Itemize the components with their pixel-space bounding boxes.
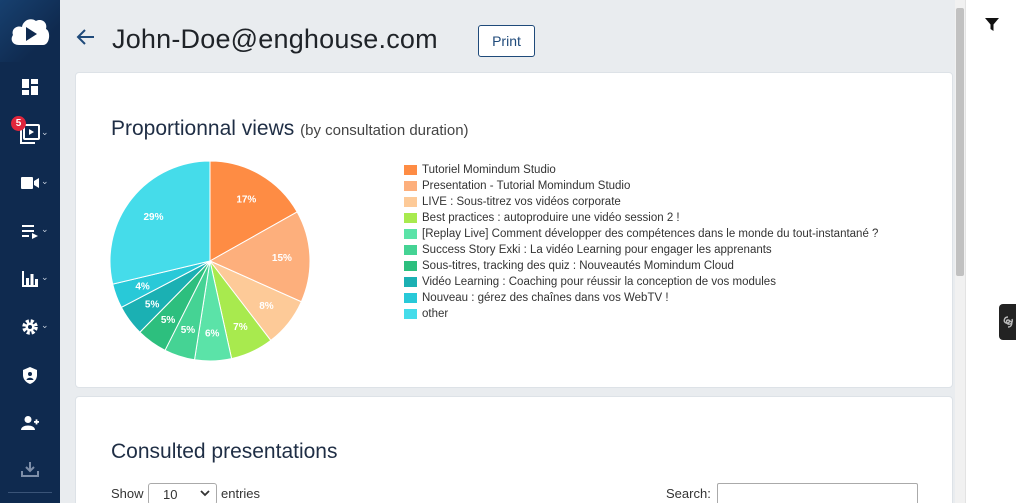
pie-slice-label: 6%	[205, 328, 220, 339]
legend-label: Nouveau : gérez des chaînes dans vos Web…	[422, 292, 669, 304]
back-arrow-icon[interactable]	[76, 28, 96, 46]
pie-slice-label: 5%	[161, 315, 176, 326]
legend-swatch	[404, 293, 417, 303]
legend-label: Sous-titres, tracking des quiz : Nouveau…	[422, 260, 734, 272]
chevron-down-icon: ⌄	[41, 177, 49, 187]
chevron-down-icon: ⌄	[41, 225, 49, 235]
pie-slice-label: 8%	[259, 301, 274, 312]
main-scrollbar[interactable]	[955, 0, 965, 503]
legend-label: Best practices : autoproduire une vidéo …	[422, 212, 680, 224]
legend-label: Presentation - Tutorial Momindum Studio	[422, 180, 631, 192]
shield-icon	[23, 366, 37, 384]
entries-select[interactable]: 10	[148, 483, 217, 503]
pie-slice-label: 5%	[181, 325, 196, 336]
bar-chart-icon	[22, 271, 38, 287]
entries-select-value: 10	[163, 486, 178, 502]
views-pie-chart: 17%15%8%7%6%5%5%5%4%29%	[110, 160, 311, 362]
pie-slice-label: 15%	[272, 253, 292, 264]
views-section-title: Proportionnal views (by consultation dur…	[111, 117, 469, 141]
sidebar-item-dashboard[interactable]	[0, 67, 60, 107]
legend-label: Vidéo Learning : Coaching pour réussir l…	[422, 276, 776, 288]
sidebar-item-security[interactable]	[0, 355, 60, 395]
page-title: John-Doe@enghouse.com	[112, 24, 438, 54]
legend-swatch	[404, 277, 417, 287]
legend-label: [Replay Live] Comment développer des com…	[422, 228, 879, 240]
pie-slice-label: 7%	[233, 322, 248, 333]
sidebar-item-live[interactable]: ⌄	[0, 163, 60, 203]
legend-label: Tutoriel Momindum Studio	[422, 164, 556, 176]
show-label: Show	[111, 486, 144, 501]
sidebar-item-playlists[interactable]: ⌄	[0, 211, 60, 251]
legend-swatch	[404, 181, 417, 191]
legend-item[interactable]: Best practices : autoproduire une vidéo …	[404, 210, 878, 226]
legend-swatch	[404, 213, 417, 223]
consulted-presentations-card: Consulted presentations Show 10 entries …	[75, 396, 953, 503]
sidebar-item-users[interactable]	[0, 403, 60, 443]
swirl-icon	[1003, 316, 1013, 328]
pie-slice-label: 29%	[144, 212, 164, 223]
views-title: Proportionnal views	[111, 117, 295, 140]
gear-icon	[22, 319, 38, 335]
sidebar-divider	[8, 492, 52, 493]
sidebar-item-download[interactable]	[0, 449, 60, 489]
sidebar-item-videos[interactable]: 5 ⌄	[0, 114, 60, 154]
user-icon	[21, 416, 39, 430]
print-button[interactable]: Print	[478, 25, 535, 57]
side-panel-tab[interactable]	[999, 304, 1016, 340]
cloud-play-icon	[11, 19, 50, 45]
pie-slice-label: 4%	[135, 282, 150, 293]
sidebar-item-settings[interactable]: ⌄	[0, 307, 60, 347]
legend-swatch	[404, 229, 417, 239]
legend-item[interactable]: Success Story Exki : La vidéo Learning p…	[404, 242, 878, 258]
legend-item[interactable]: [Replay Live] Comment développer des com…	[404, 226, 878, 242]
videos-count-badge: 5	[11, 116, 26, 131]
right-panel	[965, 0, 1016, 503]
pie-legend: Tutoriel Momindum Studio Presentation - T…	[404, 162, 878, 322]
legend-item[interactable]: Tutoriel Momindum Studio	[404, 162, 878, 178]
camera-icon	[21, 177, 39, 189]
search-label: Search:	[666, 486, 711, 501]
chevron-down-icon: ⌄	[41, 273, 49, 283]
legend-label: other	[422, 308, 449, 320]
sidebar: 5 ⌄ ⌄ ⌄ ⌄ ⌄	[0, 0, 60, 503]
app-logo[interactable]	[0, 0, 60, 62]
legend-item[interactable]: Vidéo Learning : Coaching pour réussir l…	[404, 274, 878, 290]
search-input[interactable]	[717, 483, 918, 503]
download-icon	[21, 462, 39, 477]
legend-item[interactable]: other	[404, 306, 878, 322]
legend-item[interactable]: Nouveau : gérez des chaînes dans vos Web…	[404, 290, 878, 306]
legend-swatch	[404, 309, 417, 319]
legend-item[interactable]: Sous-titres, tracking des quiz : Nouveau…	[404, 258, 878, 274]
filter-icon[interactable]	[985, 18, 999, 32]
legend-label: LIVE : Sous-titrez vos vidéos corporate	[422, 196, 621, 208]
pie-slice-label: 17%	[236, 194, 256, 205]
presentations-section-title: Consulted presentations	[111, 440, 338, 463]
legend-label: Success Story Exki : La vidéo Learning p…	[422, 244, 772, 256]
scrollbar-thumb[interactable]	[956, 8, 964, 276]
views-subtitle: (by consultation duration)	[300, 122, 469, 139]
legend-swatch	[404, 245, 417, 255]
pie-slice-label: 5%	[145, 299, 160, 310]
legend-item[interactable]: Presentation - Tutorial Momindum Studio	[404, 178, 878, 194]
page-header: John-Doe@enghouse.com Print	[60, 0, 965, 72]
dashboard-icon	[22, 79, 38, 95]
chevron-down-icon: ⌄	[41, 321, 49, 331]
legend-swatch	[404, 165, 417, 175]
legend-swatch	[404, 197, 417, 207]
chevron-down-icon: ⌄	[41, 128, 49, 138]
legend-swatch	[404, 261, 417, 271]
proportional-views-card: Proportionnal views (by consultation dur…	[75, 72, 953, 388]
chevron-down-icon	[200, 490, 210, 497]
sidebar-item-statistics[interactable]: ⌄	[0, 259, 60, 299]
playlist-icon	[22, 225, 38, 239]
entries-label: entries	[221, 486, 261, 501]
legend-item[interactable]: LIVE : Sous-titrez vos vidéos corporate	[404, 194, 878, 210]
